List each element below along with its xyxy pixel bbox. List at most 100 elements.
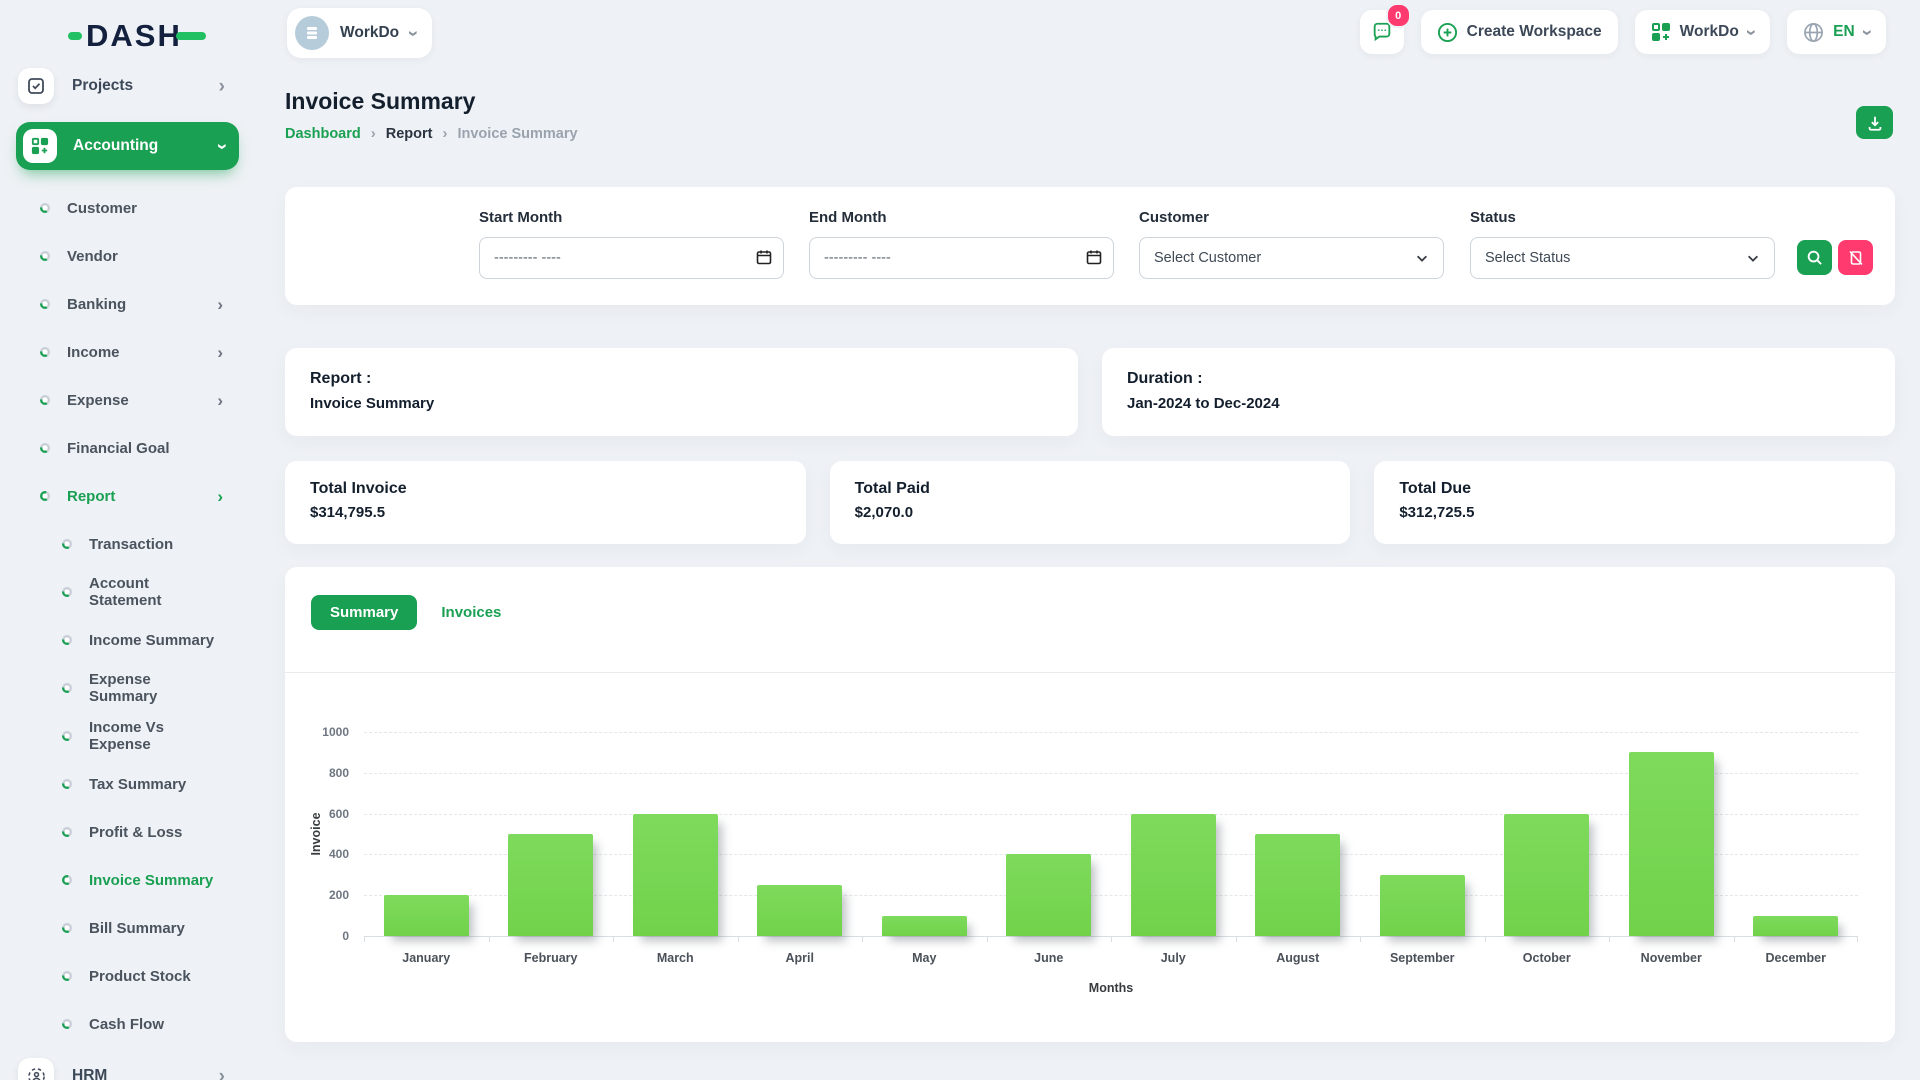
stat-value: $2,070.0 xyxy=(855,504,1351,521)
bar-september xyxy=(1380,875,1465,936)
accounting-menu: CustomerVendorBanking›Income›Expense›Fin… xyxy=(0,184,255,520)
sidebar-item-transaction[interactable]: Transaction xyxy=(0,520,255,568)
building-icon xyxy=(303,24,321,42)
sidebar-item-expense-summary[interactable]: Expense Summary xyxy=(0,664,255,712)
apply-filter-button[interactable] xyxy=(1797,240,1832,275)
sidebar-item-tax-summary[interactable]: Tax Summary xyxy=(0,760,255,808)
sidebar-item-vendor[interactable]: Vendor xyxy=(0,232,255,280)
bar-december xyxy=(1753,916,1838,936)
sidebar-item-income-summary[interactable]: Income Summary xyxy=(0,616,255,664)
bullet-icon xyxy=(62,539,72,549)
sidebar-item-label: Expense xyxy=(67,392,129,409)
chart-x-axis-labels: JanuaryFebruaryMarchAprilMayJuneJulyAugu… xyxy=(364,951,1858,971)
x-tick-label: July xyxy=(1108,951,1238,965)
sidebar-section-accounting[interactable]: Accounting › xyxy=(16,122,239,170)
top-bar: DASH WorkDo › 0 xyxy=(0,0,1920,64)
language-selector[interactable]: EN › xyxy=(1787,10,1886,54)
workspace-switcher[interactable]: WorkDo › xyxy=(287,8,432,58)
sidebar-item-income[interactable]: Income› xyxy=(0,328,255,376)
sidebar-item-account-statement[interactable]: Account Statement xyxy=(0,568,255,616)
sidebar-item-bill-summary[interactable]: Bill Summary xyxy=(0,904,255,952)
x-axis-tick xyxy=(613,936,614,942)
x-axis-tick xyxy=(738,936,739,942)
sidebar-item-label: Banking xyxy=(67,296,126,313)
sidebar-item-banking[interactable]: Banking› xyxy=(0,280,255,328)
total-invoice-card: Total Invoice $314,795.5 xyxy=(285,461,806,544)
sidebar-item-label: Income Summary xyxy=(89,632,214,649)
bullet-icon xyxy=(62,683,72,693)
chevron-down-icon: › xyxy=(1741,29,1760,35)
start-month-input[interactable] xyxy=(479,237,784,279)
messages-count-badge: 0 xyxy=(1386,3,1411,28)
sidebar-item-invoice-summary[interactable]: Invoice Summary xyxy=(0,856,255,904)
calendar-icon[interactable] xyxy=(756,249,772,265)
sidebar-item-hrm[interactable]: HRM › xyxy=(0,1048,255,1080)
sidebar-item-customer[interactable]: Customer xyxy=(0,184,255,232)
end-month-group: End Month xyxy=(809,209,1114,279)
x-tick-label: November xyxy=(1606,951,1736,965)
chevron-down-icon: › xyxy=(1857,29,1876,35)
sidebar-item-profit-loss[interactable]: Profit & Loss xyxy=(0,808,255,856)
end-month-field[interactable] xyxy=(810,238,1113,278)
total-due-card: Total Due $312,725.5 xyxy=(1374,461,1895,544)
sidebar-item-label: Product Stock xyxy=(89,968,191,985)
gridline xyxy=(364,732,1858,733)
start-month-field[interactable] xyxy=(480,238,783,278)
bar-november xyxy=(1629,752,1714,936)
x-axis-title: Months xyxy=(364,981,1858,995)
download-icon xyxy=(1866,114,1884,132)
tab-invoices[interactable]: Invoices xyxy=(437,595,505,630)
chevron-right-icon: › xyxy=(217,344,223,361)
customer-label: Customer xyxy=(1139,209,1444,226)
workspace-name: WorkDo xyxy=(340,24,399,42)
bullet-icon xyxy=(62,923,72,933)
bar-july xyxy=(1131,814,1216,936)
x-axis-tick xyxy=(1857,936,1858,942)
sidebar-item-income-vs-expense[interactable]: Income Vs Expense xyxy=(0,712,255,760)
sidebar-item-expense[interactable]: Expense› xyxy=(0,376,255,424)
stat-label: Total Invoice xyxy=(310,480,806,498)
download-report-button[interactable] xyxy=(1856,106,1893,139)
x-axis-tick xyxy=(862,936,863,942)
bullet-icon xyxy=(40,347,50,357)
bar-may xyxy=(882,916,967,936)
reset-filter-button[interactable] xyxy=(1838,240,1873,275)
chevron-down-icon xyxy=(1415,251,1429,265)
duration-value: Jan-2024 to Dec-2024 xyxy=(1127,395,1895,412)
brand-logo[interactable]: DASH xyxy=(68,18,206,54)
messages-button[interactable]: 0 xyxy=(1360,10,1404,54)
tab-summary[interactable]: Summary xyxy=(311,595,417,630)
logo-bar-icon xyxy=(176,32,206,40)
logo-dash-icon xyxy=(68,32,82,40)
chevron-right-icon: › xyxy=(217,488,223,505)
sidebar-item-financial-goal[interactable]: Financial Goal xyxy=(0,424,255,472)
customer-select[interactable]: Select Customer xyxy=(1139,237,1444,279)
stat-value: $314,795.5 xyxy=(310,504,806,521)
sidebar-item-cash-flow[interactable]: Cash Flow xyxy=(0,1000,255,1048)
end-month-input[interactable] xyxy=(809,237,1114,279)
breadcrumb-item-report[interactable]: Report xyxy=(386,126,433,142)
breadcrumb-item-dashboard[interactable]: Dashboard xyxy=(285,126,361,142)
report-name-card: Report : Invoice Summary xyxy=(285,348,1078,436)
workdo-menu-button[interactable]: WorkDo › xyxy=(1635,10,1770,54)
bullet-icon xyxy=(40,251,50,261)
sidebar-item-product-stock[interactable]: Product Stock xyxy=(0,952,255,1000)
breadcrumb-item-invoice-summary: Invoice Summary xyxy=(457,126,577,142)
status-select[interactable]: Select Status xyxy=(1470,237,1775,279)
stat-label: Total Due xyxy=(1399,480,1895,498)
report-value: Invoice Summary xyxy=(310,395,1078,412)
chevron-down-icon xyxy=(1746,251,1760,265)
x-axis-tick xyxy=(1734,936,1735,942)
x-axis-tick xyxy=(1111,936,1112,942)
x-axis-tick xyxy=(987,936,988,942)
calendar-icon[interactable] xyxy=(1086,249,1102,265)
report-info-row: Report : Invoice Summary Duration : Jan-… xyxy=(285,348,1895,436)
language-code: EN xyxy=(1833,23,1855,41)
x-tick-label: December xyxy=(1731,951,1861,965)
breadcrumb: Dashboard›Report›Invoice Summary xyxy=(285,125,1895,142)
breadcrumb-separator: › xyxy=(371,125,376,142)
sidebar-item-label: Report xyxy=(67,488,115,505)
create-workspace-button[interactable]: Create Workspace xyxy=(1421,10,1618,54)
sidebar-item-projects[interactable]: Projects › xyxy=(0,58,255,114)
sidebar-item-report[interactable]: Report › xyxy=(0,472,255,520)
